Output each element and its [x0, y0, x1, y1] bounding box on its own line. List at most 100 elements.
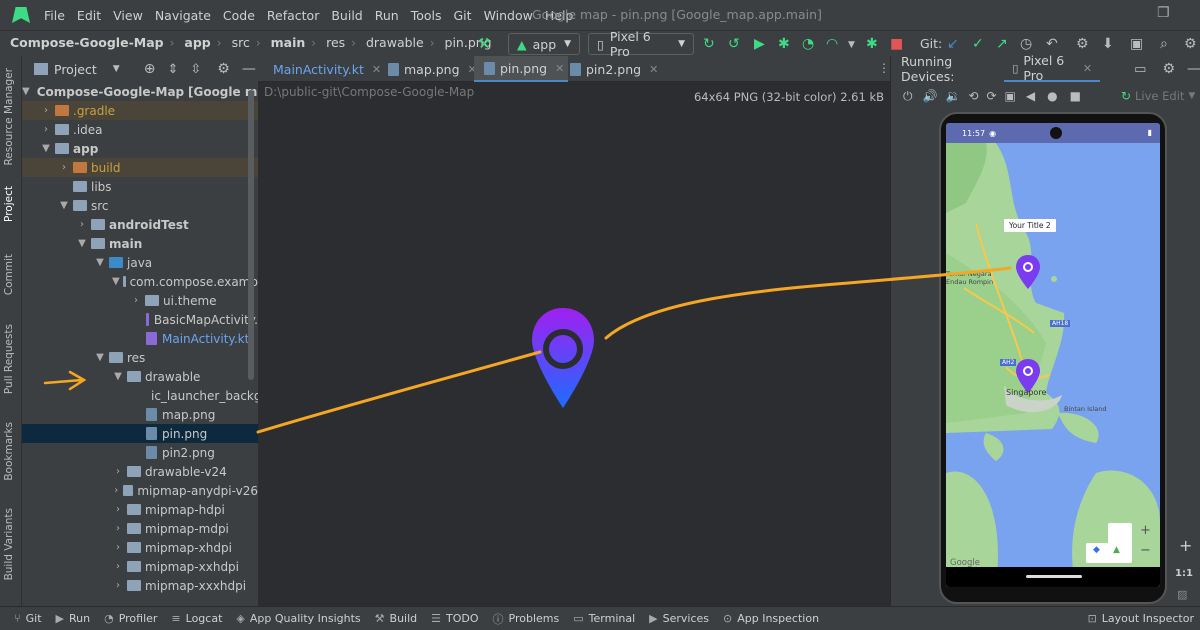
breadcrumb-src[interactable]: src — [232, 35, 250, 50]
coverage-icon[interactable]: ◠ — [826, 36, 838, 52]
home-handle[interactable] — [1026, 575, 1082, 578]
chevron-down-icon[interactable]: ▼ — [1188, 91, 1195, 101]
settings-icon[interactable]: ⚙ — [1184, 36, 1197, 52]
back-icon[interactable]: ◀ — [1026, 89, 1035, 103]
make-project-icon[interactable]: ⚒ — [478, 36, 491, 52]
tree-item[interactable]: ▼ java — [22, 253, 258, 272]
fit-screen-icon[interactable]: ▨ — [1177, 588, 1187, 601]
tree-item[interactable]: ic_launcher_backg — [22, 386, 258, 405]
power-icon[interactable]: ⏻ — [903, 89, 913, 104]
menu-git[interactable]: Git — [454, 8, 472, 23]
breadcrumb-main[interactable]: main — [271, 35, 306, 50]
locate-icon[interactable]: ⊕ — [144, 61, 156, 77]
tree-item[interactable]: › mipmap-xhdpi — [22, 538, 258, 557]
tool-app-quality-insights[interactable]: ◈ App Quality Insights — [236, 612, 360, 625]
run-icon[interactable]: ▶ — [754, 36, 765, 52]
side-tab-resource-manager[interactable]: Resource Manager — [3, 68, 15, 166]
tree-item[interactable]: ▼Compose-Google-Map [Google map] — [22, 82, 258, 101]
tree-item[interactable]: › ui.theme — [22, 291, 258, 310]
menu-file[interactable]: File — [44, 8, 65, 23]
side-tab-build-variants[interactable]: Build Variants — [3, 508, 15, 580]
layout-icon[interactable]: ▭ — [1134, 62, 1146, 77]
gradle-sync-icon[interactable]: ▣ — [1130, 36, 1143, 52]
tool-profiler[interactable]: ◔ Profiler — [104, 612, 157, 625]
screenshot-icon[interactable]: ▣ — [1005, 89, 1016, 103]
debug-icon[interactable]: ✱ — [778, 36, 790, 52]
overview-icon[interactable]: ■ — [1070, 89, 1081, 103]
history-icon[interactable]: ◷ — [1020, 36, 1032, 52]
sdk-manager-icon[interactable]: ⬇ — [1102, 36, 1114, 52]
tree-item[interactable]: › mipmap-xxhdpi — [22, 557, 258, 576]
tree-item[interactable]: libs — [22, 177, 258, 196]
map-view[interactable] — [946, 143, 1160, 587]
device-select[interactable]: ▯ Pixel 6 Pro ▼ — [588, 29, 694, 59]
menu-refactor[interactable]: Refactor — [267, 8, 319, 23]
tree-item[interactable]: › androidTest — [22, 215, 258, 234]
breadcrumb-res[interactable]: res — [326, 35, 345, 50]
volume-down-icon[interactable]: 🔉 — [945, 89, 960, 103]
collapse-all-icon[interactable]: ⇳ — [190, 62, 201, 77]
breadcrumb-drawable[interactable]: drawable — [366, 35, 424, 50]
project-view-select[interactable]: Project — [54, 62, 97, 77]
breadcrumb-app[interactable]: app — [184, 35, 210, 50]
device-screen[interactable]: Your Title 2 Tamar Negara Endau Rompin S… — [946, 123, 1160, 587]
tree-item[interactable]: ▼ src — [22, 196, 258, 215]
menu-build[interactable]: Build — [331, 8, 362, 23]
chevron-down-icon[interactable]: ▼ — [113, 64, 120, 74]
more-dropdown-icon[interactable]: ▼ — [848, 40, 855, 50]
side-tab-pull-requests[interactable]: Pull Requests — [3, 324, 15, 394]
gear-icon[interactable]: ⚙ — [1162, 61, 1175, 77]
live-edit-button[interactable]: Live Edit — [1135, 89, 1184, 103]
menu-navigate[interactable]: Navigate — [155, 8, 211, 23]
hide-panel-icon[interactable]: — — [1187, 61, 1200, 77]
menu-view[interactable]: View — [113, 8, 143, 23]
zoom-out-button[interactable]: − — [1140, 543, 1151, 558]
menu-edit[interactable]: Edit — [77, 8, 101, 23]
side-tab-commit[interactable]: Commit — [3, 254, 15, 295]
close-icon[interactable]: ✕ — [1083, 62, 1092, 75]
tree-item[interactable]: ▼ com.compose.examp — [22, 272, 258, 291]
device-manager-icon[interactable]: ⚙ — [1076, 36, 1089, 52]
breadcrumb-project[interactable]: Compose-Google-Map — [10, 35, 164, 50]
side-tab-bookmarks[interactable]: Bookmarks — [3, 422, 15, 481]
tool-git[interactable]: ⑂ Git — [14, 612, 42, 625]
tool-build[interactable]: ⚒ Build — [375, 612, 418, 625]
menu-tools[interactable]: Tools — [411, 8, 442, 23]
profile-icon[interactable]: ◔ — [802, 36, 814, 52]
expand-all-icon[interactable]: ⇕ — [167, 62, 178, 77]
tree-item[interactable]: › mipmap-anydpi-v26 — [22, 481, 258, 500]
gear-icon[interactable]: ⚙ — [217, 61, 230, 77]
hide-panel-icon[interactable]: — — [242, 61, 256, 77]
tree-item[interactable]: › mipmap-mdpi — [22, 519, 258, 538]
menu-code[interactable]: Code — [223, 8, 255, 23]
stop-icon[interactable]: ■ — [890, 36, 903, 52]
tab-pin2-png[interactable]: pin2.png ✕ — [570, 56, 666, 82]
apply-changes-icon[interactable]: ↻ — [703, 36, 715, 52]
rotate-right-icon[interactable]: ⟳ — [986, 89, 996, 103]
actual-size-button[interactable]: 1:1 — [1175, 568, 1193, 579]
tabs-menu-icon[interactable]: ⋮ — [878, 61, 890, 75]
side-tab-project[interactable]: Project — [3, 186, 15, 222]
menu-window[interactable]: Window — [484, 8, 533, 23]
tree-item[interactable]: ▼ app — [22, 139, 258, 158]
directions-icon[interactable]: ◆ — [1093, 545, 1100, 555]
restore-window-icon[interactable]: ❐ — [1157, 5, 1170, 21]
tool-run[interactable]: ▶ Run — [56, 612, 91, 625]
tree-item[interactable]: BasicMapActivity. — [22, 310, 258, 329]
volume-up-icon[interactable]: 🔊 — [923, 89, 938, 103]
apply-code-changes-icon[interactable]: ↺ — [728, 36, 740, 52]
git-update-icon[interactable]: ↙ — [947, 36, 959, 52]
menu-run[interactable]: Run — [375, 8, 399, 23]
search-icon[interactable]: ⌕ — [1160, 36, 1168, 52]
rollback-icon[interactable]: ↶ — [1046, 36, 1058, 52]
tool-app-inspection[interactable]: ⊙ App Inspection — [723, 612, 819, 625]
tree-item[interactable]: ▼ res — [22, 348, 258, 367]
git-push-icon[interactable]: ↗ — [996, 36, 1008, 52]
tool-todo[interactable]: ☰ TODO — [431, 612, 478, 625]
tree-item[interactable]: › build — [22, 158, 258, 177]
tree-item[interactable]: ▼ main — [22, 234, 258, 253]
zoom-in-device-button[interactable]: + — [1179, 536, 1192, 555]
tree-item[interactable]: MainActivity.kt — [22, 329, 258, 348]
run-config-select[interactable]: ▲ app ▼ — [508, 33, 580, 55]
tree-item[interactable]: pin2.png — [22, 443, 258, 462]
